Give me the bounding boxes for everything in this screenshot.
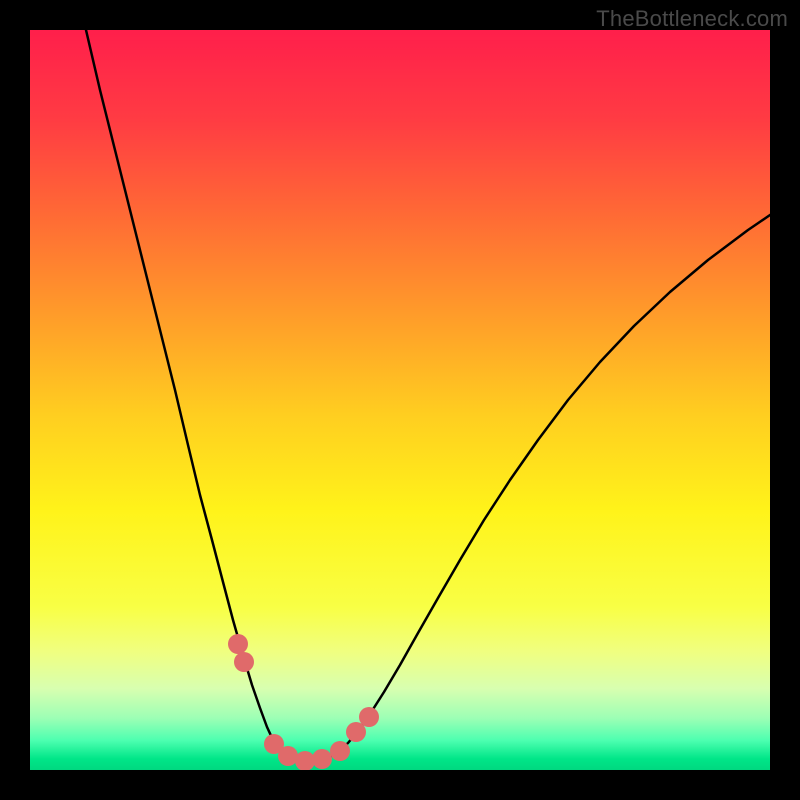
chart-frame: TheBottleneck.com [0, 0, 800, 800]
curve-marker [359, 707, 379, 727]
gradient-background [30, 30, 770, 770]
chart-svg [30, 30, 770, 770]
curve-marker [234, 652, 254, 672]
plot-area [30, 30, 770, 770]
watermark-text: TheBottleneck.com [596, 6, 788, 32]
curve-marker [312, 749, 332, 769]
curve-marker [330, 741, 350, 761]
curve-marker [228, 634, 248, 654]
curve-marker [278, 746, 298, 766]
